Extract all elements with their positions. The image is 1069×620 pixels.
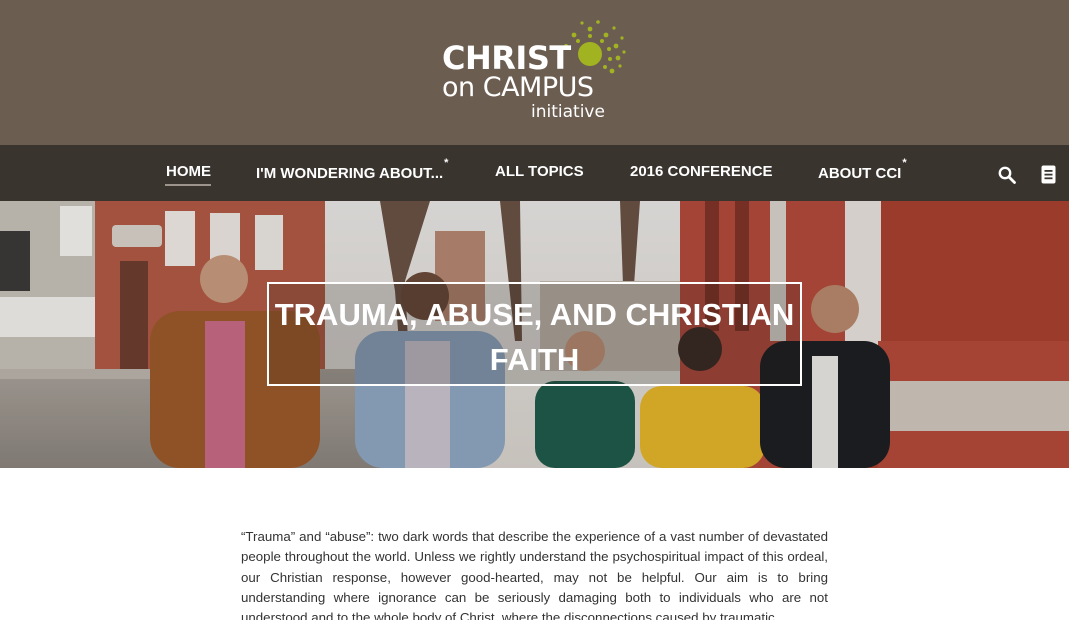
nav-active-indicator [165,184,211,186]
site-logo[interactable]: CHRIST on CAMPUS initiative [440,16,640,128]
submenu-marker: * [902,157,907,169]
site-header: CHRIST on CAMPUS initiative [0,0,1069,145]
nav-item-label: HOME [166,163,211,180]
logo-text-initiative: initiative [531,102,605,122]
nav-item-about-cci[interactable]: ABOUT CCI* [818,157,907,182]
logo-text-christ: CHRIST [442,39,571,77]
nav-item-label: ABOUT CCI [818,165,902,182]
submenu-marker: * [444,157,449,169]
nav-item-label: ALL TOPICS [495,163,584,180]
nav-item-wondering-about[interactable]: I'M WONDERING ABOUT...* [256,157,448,182]
article-intro-paragraph: “Trauma” and “abuse”: two dark words tha… [241,529,828,620]
document-menu-icon[interactable] [1041,165,1056,184]
nav-item-all-topics[interactable]: ALL TOPICS [495,163,584,180]
nav-item-label: 2016 CONFERENCE [630,163,773,180]
hero-title-box: TRAUMA, ABUSE, AND CHRISTIAN FAITH [267,282,802,386]
search-icon[interactable] [998,166,1016,184]
nav-item-2016-conference[interactable]: 2016 CONFERENCE [630,163,773,180]
logo-text-on-campus: on CAMPUS [442,72,594,103]
nav-item-home[interactable]: HOME [166,163,211,180]
page-title: TRAUMA, ABUSE, AND CHRISTIAN FAITH [274,297,795,377]
nav-item-label: I'M WONDERING ABOUT... [256,165,444,182]
